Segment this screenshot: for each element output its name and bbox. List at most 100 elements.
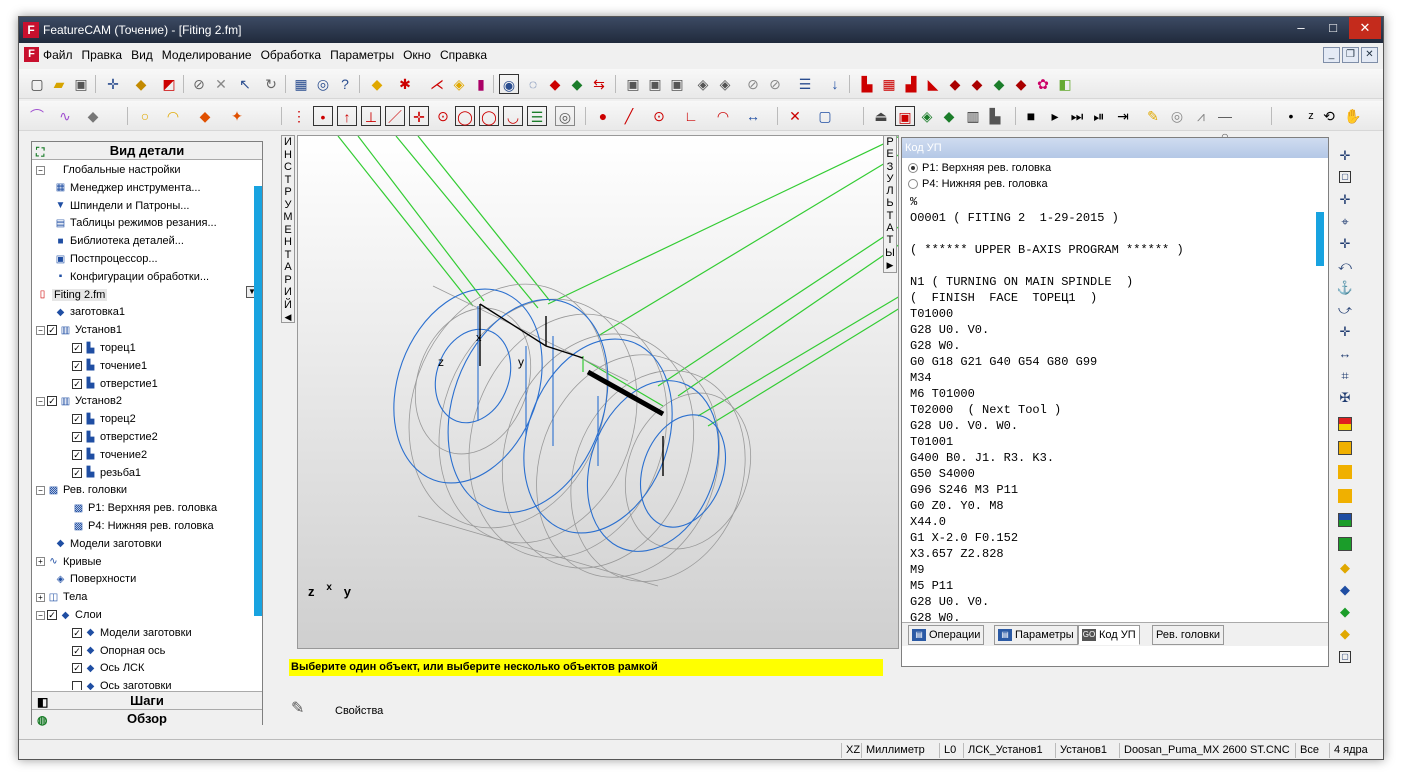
point-snap-icon[interactable]: • <box>313 106 333 126</box>
eraser-icon[interactable]: ◆ <box>83 106 103 126</box>
trim-icon[interactable]: ✕ <box>785 106 805 126</box>
axis-cross-icon[interactable]: ✛ <box>1336 235 1354 253</box>
tree-item[interactable]: − ✓ ▥ Установ1 <box>36 322 122 338</box>
color-red-icon[interactable] <box>1338 417 1352 431</box>
gear-shape-icon[interactable]: ◆ <box>1011 74 1031 94</box>
tree-item[interactable]: ▩ P1: Верхняя рев. головка <box>72 500 217 516</box>
tree-item[interactable]: ✓ ◆ Модели заготовки <box>72 625 192 641</box>
view-front-icon[interactable]: ▣ <box>623 74 643 94</box>
solid-green-icon[interactable]: ◆ <box>1336 603 1354 621</box>
hide-icon[interactable]: ⊘ <box>743 74 763 94</box>
featurecam-app-icon[interactable]: F <box>23 22 39 38</box>
curve-icon[interactable]: ⌒ <box>27 106 47 126</box>
toolpath-icon[interactable]: ⋌ <box>427 74 447 94</box>
speed-icon[interactable]: ◎ <box>1167 106 1187 126</box>
tree-checkbox[interactable]: ✓ <box>47 325 57 336</box>
menu-view[interactable]: Вид <box>131 48 153 62</box>
overview-panel-header[interactable]: ◍ Обзор <box>32 709 262 727</box>
tangent-snap-icon[interactable]: ◡ <box>503 106 523 126</box>
tree-item[interactable]: ◆ Модели заготовки <box>54 536 162 552</box>
nc-code-scrollbar[interactable] <box>1316 212 1324 266</box>
mid-snap-icon[interactable]: ⊥ <box>361 106 381 126</box>
move-icon[interactable]: ✛ <box>103 74 123 94</box>
tree-item[interactable]: ✓ ▙ отверстие2 <box>72 429 158 445</box>
menu-parameters[interactable]: Параметры <box>330 48 394 62</box>
stock-sim-icon[interactable]: ◈ <box>917 106 937 126</box>
tab-nc-code[interactable]: GO Код УП <box>1078 625 1140 645</box>
properties-icon[interactable]: ✎ <box>291 698 304 718</box>
post-icon[interactable]: ▙ <box>857 74 877 94</box>
surface-snap-icon[interactable]: ☰ <box>527 106 547 126</box>
circle-snap-icon[interactable]: ◯ <box>455 106 475 126</box>
tree-checkbox[interactable]: ✓ <box>72 414 82 425</box>
center-snap-icon[interactable]: ⊙ <box>433 106 453 126</box>
tree-expander-icon[interactable]: − <box>36 396 45 406</box>
mdi-minimize-button[interactable]: _ <box>1323 47 1340 63</box>
turret-p1-radio[interactable]: P1: Верхняя рев. головка <box>908 160 1051 176</box>
save-icon[interactable]: ▣ <box>71 74 91 94</box>
open-folder-icon[interactable]: ▰ <box>49 74 69 94</box>
tree-checkbox[interactable]: ✓ <box>72 645 82 656</box>
3d-sim-icon[interactable]: ◆ <box>567 74 587 94</box>
minimize-button[interactable]: – <box>1285 17 1317 39</box>
view-iso-icon[interactable]: ◈ <box>693 74 713 94</box>
slider-icon[interactable]: —○ <box>1215 106 1235 144</box>
tools-vertical-tab[interactable]: И Н С Т Р У М Е Н Т А Р И Й ◀ <box>281 135 295 323</box>
curve-arc-icon[interactable]: ⤻ <box>1336 301 1354 319</box>
tree-item[interactable]: ✓ ▙ точение2 <box>72 447 147 463</box>
grid-dots-icon[interactable]: ⋮ <box>289 106 309 126</box>
machine-sim-icon[interactable]: ⇆ <box>589 74 609 94</box>
pan-hand-icon[interactable]: ✋ <box>1343 106 1363 126</box>
sim-settings-icon[interactable]: ◉ <box>499 74 519 94</box>
tree-item[interactable]: ◈ Поверхности <box>54 571 137 587</box>
calc-icon[interactable]: ▦ <box>291 74 311 94</box>
menu-window[interactable]: Окно <box>403 48 431 62</box>
tree-expander-icon[interactable]: − <box>36 485 45 495</box>
solid-sim-icon[interactable]: ◆ <box>545 74 565 94</box>
bar-icon[interactable]: ◆ <box>945 74 965 94</box>
stop-icon[interactable]: ■ <box>1021 106 1041 126</box>
pencil-icon[interactable]: ✎ <box>1143 106 1163 126</box>
tree-item[interactable]: ✓ ▙ торец2 <box>72 411 136 427</box>
fast-forward-icon[interactable]: ⏭ <box>1067 106 1087 126</box>
color-step-icon[interactable] <box>1338 465 1352 479</box>
tree-item[interactable]: − ✓ ▥ Установ2 <box>36 393 122 409</box>
move-axis-icon[interactable]: ✛ <box>1336 147 1354 165</box>
tree-item[interactable]: ▼ Шпиндели и Патроны... <box>54 198 190 214</box>
tree-checkbox[interactable]: ✓ <box>72 663 82 674</box>
line-snap-icon[interactable]: ／ <box>385 106 405 126</box>
grid-color-icon[interactable]: ▦ <box>879 74 899 94</box>
mill-shape-icon[interactable]: ◣ <box>923 74 943 94</box>
stock-icon[interactable]: ◆ <box>367 74 387 94</box>
tree-expander-icon[interactable]: − <box>36 165 45 175</box>
show-icon[interactable]: ⊘ <box>765 74 785 94</box>
tree-item[interactable]: ✓ ▙ точение1 <box>72 358 147 374</box>
lathe-icon[interactable]: ◆ <box>967 74 987 94</box>
tab-turrets[interactable]: Рев. головки <box>1152 625 1225 645</box>
translate-icon[interactable]: ✛ <box>1336 191 1354 209</box>
properties-label[interactable]: Свойства <box>335 705 383 717</box>
step-icon[interactable]: ⇥ <box>1113 106 1133 126</box>
help-icon[interactable]: ? <box>335 74 355 94</box>
circle-tool-icon[interactable]: ○ <box>135 106 155 126</box>
delete-icon[interactable]: ✕ <box>211 74 231 94</box>
mdi-restore-button[interactable]: ❐ <box>1342 47 1359 63</box>
view-top-icon[interactable]: ▣ <box>667 74 687 94</box>
nc-icon[interactable]: ▮ <box>471 74 491 94</box>
tree-item[interactable]: ◆ Ось заготовки <box>72 678 171 690</box>
tree-checkbox[interactable]: ✓ <box>72 378 82 389</box>
spline-icon[interactable]: ∿ <box>55 106 75 126</box>
tag-icon[interactable]: ◧ <box>1055 74 1075 94</box>
feature-wizard-icon[interactable]: ✱ <box>395 74 415 94</box>
steps-panel-header[interactable]: ◧ Шаги <box>32 691 262 709</box>
box-select-icon[interactable]: ▢ <box>1339 171 1351 183</box>
menu-file[interactable]: Файл <box>43 48 73 62</box>
frame-box-icon[interactable]: ▢ <box>1339 651 1351 663</box>
tree-item[interactable]: ✓ ◆ Ось ЛСК <box>72 660 144 676</box>
feature-tool-icon[interactable]: ◆ <box>195 106 215 126</box>
arc-icon[interactable]: ◠ <box>713 106 733 126</box>
nc-code-text[interactable]: % O0001 ( FITING 2 1-29-2015 ) ( ****** U… <box>910 194 1310 622</box>
menu-edit[interactable]: Правка <box>82 48 123 62</box>
turn-shape-icon[interactable]: ▟ <box>901 74 921 94</box>
end-snap-icon[interactable]: ↑ <box>337 106 357 126</box>
